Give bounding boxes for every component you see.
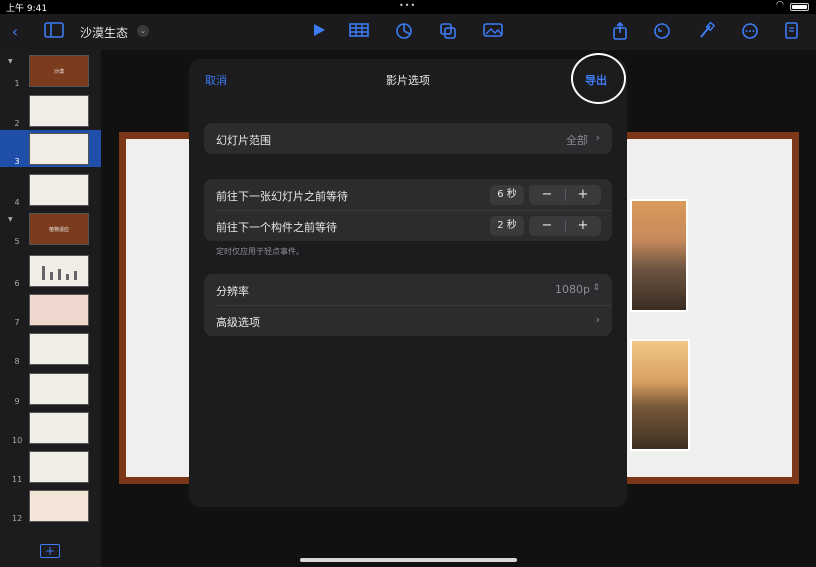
next-build-label: 前往下一个构件之前等待 — [216, 221, 337, 234]
advanced-options-label: 高级选项 — [216, 316, 260, 329]
thumbnail-title: 沙漠 — [53, 69, 64, 75]
slide-range-group: 幻灯片范围 全部 › — [204, 123, 612, 154]
slide-thumb-7[interactable]: 7 — [0, 291, 101, 328]
timing-footnote: 定时仅应用于轻点事件。 — [216, 247, 304, 256]
movie-options-dialog: 取消 影片选项 导出 幻灯片范围 全部 › 前往下一张幻灯片之前等待 6 秒 −… — [189, 59, 627, 507]
resolution-value: 1080p — [555, 283, 590, 296]
thumbnail — [29, 95, 89, 127]
slide-thumb-5[interactable]: ▼ 植物适应 5 — [0, 210, 101, 247]
slide-thumb-8[interactable]: 8 — [0, 330, 101, 367]
timing-group: 前往下一张幻灯片之前等待 6 秒 − + 前往下一个构件之前等待 2 秒 − + — [204, 179, 612, 241]
add-slide-button[interactable]: + — [40, 544, 60, 558]
more-icon[interactable] — [739, 22, 761, 42]
decrement-button[interactable]: − — [529, 216, 565, 236]
next-build-row: 前往下一个构件之前等待 2 秒 − + — [204, 210, 612, 241]
collapse-triangle-icon[interactable]: ▼ — [8, 58, 13, 65]
play-icon[interactable] — [308, 22, 330, 42]
slide-number: 10 — [12, 436, 23, 445]
thumbnail — [29, 451, 89, 483]
slide-navigator: ▼ 沙漠 1 2 3 4 ▼ 植物适应 5 6 7 8 9 10 11 12 + — [0, 50, 101, 567]
desert-photo-2[interactable] — [630, 339, 690, 451]
thumbnail: 植物适应 — [29, 213, 89, 245]
advanced-options-row[interactable]: 高级选项 › — [204, 305, 612, 336]
document-title[interactable]: 沙漠生态 — [80, 24, 128, 41]
slide-number: 8 — [14, 357, 20, 366]
slide-range-value: 全部 — [566, 134, 588, 147]
slide-range-label: 幻灯片范围 — [216, 134, 271, 147]
status-bar: 上午 9:41 ••• ◠ — [0, 0, 816, 14]
slide-thumb-6[interactable]: 6 — [0, 252, 101, 289]
toolbar: ‹ 沙漠生态 ⌄ — [0, 14, 816, 50]
thumbnail — [29, 174, 89, 206]
export-highlight-ring — [571, 53, 626, 104]
slide-number: 11 — [12, 475, 23, 484]
next-build-seconds: 2 秒 — [490, 216, 524, 236]
shape-icon[interactable] — [437, 22, 459, 42]
slide-thumb-2[interactable]: 2 — [0, 92, 101, 129]
thumbnail — [29, 412, 89, 444]
slide-number: 2 — [14, 119, 20, 128]
output-group: 分辨率 1080p ⇕ 高级选项 › — [204, 274, 612, 336]
slide-thumb-3[interactable]: 3 — [0, 130, 101, 167]
sidebar-toggle-icon[interactable] — [43, 22, 65, 42]
slide-number: 9 — [14, 397, 20, 406]
chart-icon[interactable] — [393, 22, 415, 42]
slide-thumb-11[interactable]: 11 — [0, 448, 101, 485]
slide-thumb-10[interactable]: 10 — [0, 409, 101, 446]
undo-icon[interactable] — [651, 22, 673, 42]
title-chevron-down-icon[interactable]: ⌄ — [137, 25, 149, 37]
wifi-icon: ◠ — [776, 0, 784, 10]
multitask-dots-icon[interactable]: ••• — [399, 1, 416, 10]
next-slide-stepper: − + — [529, 185, 601, 205]
up-down-chevron-icon: ⇕ — [592, 283, 600, 293]
slide-thumb-12[interactable]: 12 — [0, 487, 101, 524]
next-slide-seconds: 6 秒 — [490, 185, 524, 205]
thumbnail — [29, 294, 89, 326]
document-setup-icon[interactable] — [781, 22, 803, 42]
slide-number: 4 — [14, 198, 20, 207]
desert-photo-1[interactable] — [630, 199, 688, 312]
increment-button[interactable]: + — [565, 216, 601, 236]
decrement-button[interactable]: − — [529, 185, 565, 205]
slide-thumb-1[interactable]: ▼ 沙漠 1 — [0, 52, 101, 89]
slide-range-row[interactable]: 幻灯片范围 全部 › — [204, 123, 612, 154]
slide-number: 3 — [14, 157, 20, 166]
slide-number: 5 — [14, 237, 20, 246]
slide-number: 12 — [12, 514, 23, 523]
slide-thumb-9[interactable]: 9 — [0, 370, 101, 407]
share-icon[interactable] — [609, 21, 631, 42]
slide-thumb-4[interactable]: 4 — [0, 171, 101, 208]
resolution-label: 分辨率 — [216, 285, 249, 298]
next-build-stepper: − + — [529, 216, 601, 236]
thumbnail — [29, 333, 89, 365]
media-icon[interactable] — [482, 22, 504, 42]
thumbnail — [29, 373, 89, 405]
status-time: 上午 9:41 — [6, 4, 48, 14]
thumbnail — [29, 255, 89, 287]
thumbnail — [29, 133, 89, 165]
format-brush-icon[interactable] — [695, 21, 717, 42]
slide-number: 1 — [14, 79, 20, 88]
slide-number: 6 — [14, 279, 20, 288]
chevron-right-icon: › — [595, 131, 600, 144]
thumbnail-title: 植物适应 — [48, 227, 69, 233]
next-slide-label: 前往下一张幻灯片之前等待 — [216, 190, 348, 203]
home-indicator[interactable] — [300, 558, 517, 562]
back-chevron-icon[interactable]: ‹ — [4, 22, 26, 42]
slide-number: 7 — [14, 318, 20, 327]
thumbnail: 沙漠 — [29, 55, 89, 87]
table-icon[interactable] — [348, 22, 370, 42]
dialog-title: 影片选项 — [386, 74, 430, 87]
resolution-row[interactable]: 分辨率 1080p ⇕ — [204, 274, 612, 305]
battery-icon — [790, 3, 809, 11]
next-slide-row: 前往下一张幻灯片之前等待 6 秒 − + — [204, 179, 612, 210]
thumbnail — [29, 490, 89, 522]
collapse-triangle-icon[interactable]: ▼ — [8, 216, 13, 223]
chevron-right-icon: › — [595, 313, 600, 326]
increment-button[interactable]: + — [565, 185, 601, 205]
